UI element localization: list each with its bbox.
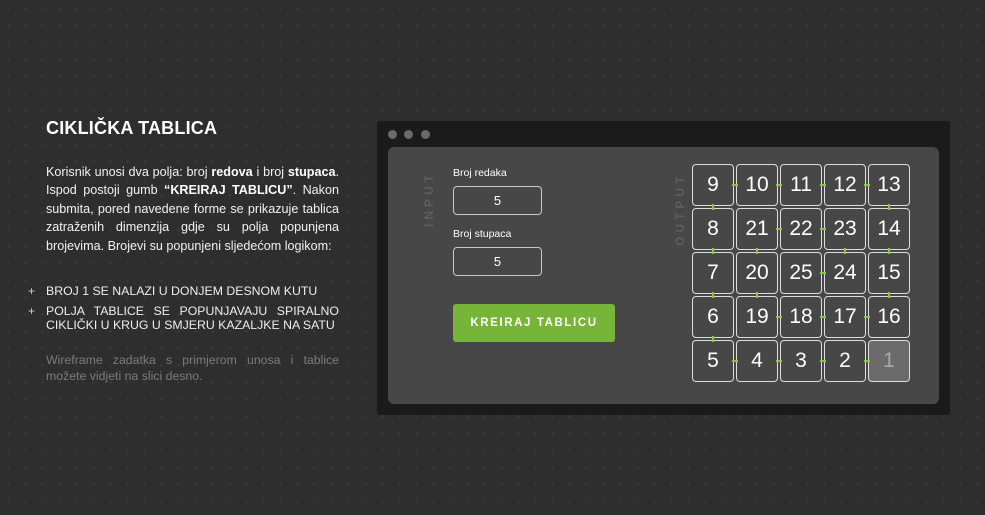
sequence-connector: [888, 204, 890, 210]
create-table-button[interactable]: KREIRAJ TABLICU: [453, 304, 615, 342]
description-panel: CIKLIČKA TABLICA Korisnik unosi dva polj…: [28, 118, 339, 384]
rules-list: + BROJ 1 SE NALAZI U DONJEM DESNOM KUTU + P…: [28, 284, 339, 332]
page-title: CIKLIČKA TABLICA: [46, 118, 218, 138]
sequence-connector: [864, 316, 870, 318]
table-cell: 5: [692, 340, 734, 382]
sequence-connector: [712, 292, 714, 298]
sequence-connector: [888, 248, 890, 254]
sequence-connector: [712, 204, 714, 210]
rows-input[interactable]: [453, 186, 542, 215]
table-cell: 3: [780, 340, 822, 382]
sequence-connector: [864, 184, 870, 186]
sequence-connector: [844, 248, 846, 254]
window-dot-icon: [388, 130, 397, 139]
sequence-connector: [712, 248, 714, 254]
cols-label: Broj stupaca: [453, 228, 512, 240]
sequence-connector: [776, 360, 782, 362]
rule-item: + POLJA TABLICE SE POPUNJAVAJU SPIRALNO C…: [28, 304, 339, 332]
plus-icon: +: [28, 304, 36, 319]
sequence-connector: [820, 360, 826, 362]
rule-item: + BROJ 1 SE NALAZI U DONJEM DESNOM KUTU: [28, 284, 339, 298]
rows-label: Broj redaka: [453, 167, 507, 179]
description-bold: redova: [211, 165, 253, 179]
rule-text: BROJ 1 SE NALAZI U DONJEM DESNOM KUTU: [46, 284, 318, 299]
table-cell: 16: [868, 296, 910, 338]
sequence-connector: [820, 316, 826, 318]
sequence-connector: [820, 272, 826, 274]
app-panel: INPUT OUTPUT Broj redaka Broj stupaca KR…: [388, 147, 939, 404]
table-cell: 15: [868, 252, 910, 294]
spiral-table: 9 10 11 12 13 8 21 22 23 14 7 20 25 24 15 6 19 18 17 16 5 4 3 2…: [692, 164, 911, 383]
description-bold: “KREIRAJ TABLICU”: [164, 183, 293, 198]
sequence-connector: [820, 228, 826, 230]
table-cell: 20: [736, 252, 778, 294]
table-cell: 12: [824, 164, 866, 206]
sequence-connector: [776, 184, 782, 186]
table-cell: 13: [868, 164, 910, 206]
table-cell: 17: [824, 296, 866, 338]
table-cell: 7: [692, 252, 734, 294]
sequence-connector: [756, 292, 758, 298]
sequence-connector: [776, 228, 782, 230]
table-cell: 1: [868, 340, 910, 382]
input-section-label: INPUT: [422, 171, 436, 227]
output-section-label: OUTPUT: [673, 172, 687, 246]
description-segment: i broj: [252, 165, 288, 179]
table-cell: 19: [736, 296, 778, 338]
sequence-connector: [756, 248, 758, 254]
table-cell: 21: [736, 208, 778, 250]
table-cell: 25: [780, 252, 822, 294]
table-cell: 23: [824, 208, 866, 250]
description-text: Korisnik unosi dva polja: broj redova i …: [46, 163, 339, 255]
table-cell: 22: [780, 208, 822, 250]
window-dot-icon: [421, 130, 430, 139]
window-dot-icon: [404, 130, 413, 139]
rule-text: POLJA TABLICE SE POPUNJAVAJU SPIRALNO CI…: [46, 304, 339, 333]
sequence-connector: [712, 336, 714, 342]
sequence-connector: [776, 316, 782, 318]
sequence-connector: [864, 360, 870, 362]
table-cell: 9: [692, 164, 734, 206]
description-segment: Korisnik unosi dva polja: broj: [46, 165, 212, 179]
note-text: Wireframe zadatka s primjerom unosa i ta…: [46, 353, 339, 384]
sequence-connector: [732, 184, 738, 186]
table-cell: 11: [780, 164, 822, 206]
table-cell: 4: [736, 340, 778, 382]
wireframe-window: INPUT OUTPUT Broj redaka Broj stupaca KR…: [377, 121, 950, 415]
table-cell: 24: [824, 252, 866, 294]
table-cell: 18: [780, 296, 822, 338]
table-cell: 2: [824, 340, 866, 382]
sequence-connector: [888, 292, 890, 298]
sequence-connector: [820, 184, 826, 186]
table-cell: 10: [736, 164, 778, 206]
table-cell: 8: [692, 208, 734, 250]
description-bold: stupaca: [287, 165, 336, 179]
sequence-connector: [732, 360, 738, 362]
plus-icon: +: [28, 284, 36, 299]
table-cell: 6: [692, 296, 734, 338]
cols-input[interactable]: [453, 247, 542, 276]
table-cell: 14: [868, 208, 910, 250]
